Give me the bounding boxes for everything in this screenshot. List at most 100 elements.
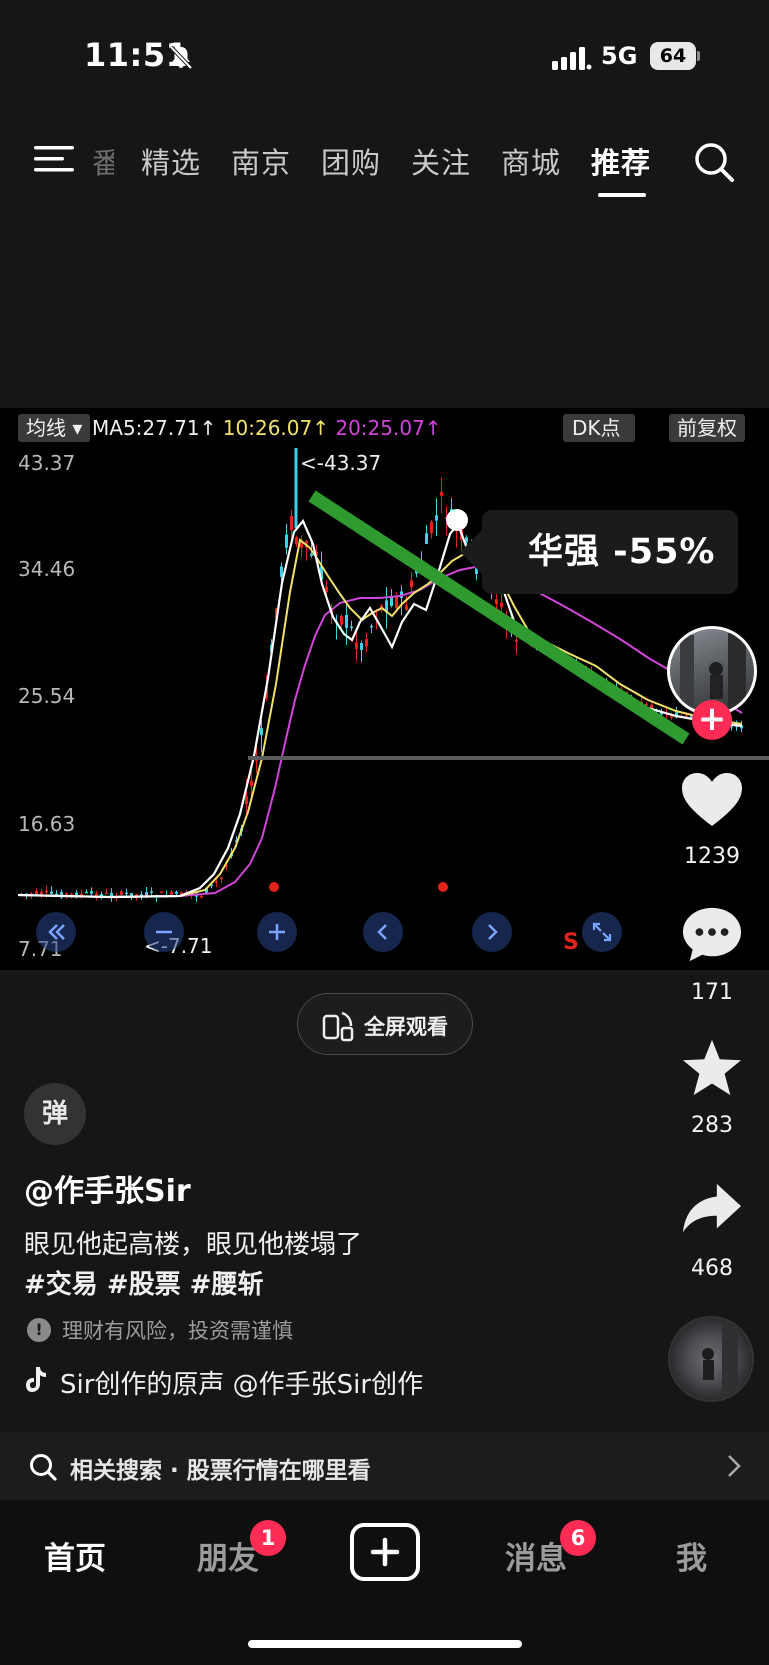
high-price-label: <-43.37 xyxy=(300,451,382,475)
candle-body xyxy=(45,890,48,893)
candle-body xyxy=(365,638,368,647)
candle-body xyxy=(70,893,73,895)
prev-icon[interactable] xyxy=(363,912,403,952)
related-search-text[interactable]: 相关搜索 · 股票行情在哪里看 xyxy=(70,1451,371,1485)
rotate-screen-icon xyxy=(322,1011,354,1042)
ma-values: MA5:27.71↑ 10:26.07↑ 20:25.07↑ xyxy=(92,414,442,442)
tab-group-buy[interactable]: 团购 xyxy=(321,140,381,182)
video-description: 眼见他起高楼，眼见他楼塌了 xyxy=(24,1230,363,1260)
candle-body xyxy=(250,780,253,787)
active-tab-indicator xyxy=(598,193,646,197)
candle-body xyxy=(370,625,373,628)
next-icon[interactable] xyxy=(472,912,512,952)
rewind-icon[interactable] xyxy=(36,912,76,952)
star-icon[interactable] xyxy=(679,1038,745,1098)
candle-body xyxy=(170,891,173,895)
share-count: 468 xyxy=(691,1256,733,1281)
stock-chart xyxy=(0,408,769,970)
candle-body xyxy=(410,580,413,588)
like-count: 1239 xyxy=(684,844,740,869)
create-button[interactable] xyxy=(350,1523,420,1581)
candle-body xyxy=(220,877,223,879)
candle-body xyxy=(85,891,88,894)
candle-body xyxy=(65,893,68,895)
candle-body xyxy=(245,796,248,805)
candle-body xyxy=(405,605,408,610)
candle-body xyxy=(500,602,503,608)
follow-button[interactable]: + xyxy=(692,700,732,740)
candle-body xyxy=(395,596,398,609)
candle-body xyxy=(215,881,218,883)
candle-body xyxy=(280,566,283,577)
share-icon[interactable] xyxy=(679,1180,745,1240)
home-indicator xyxy=(248,1640,522,1648)
candle-body xyxy=(435,515,438,521)
chevron-right-icon[interactable] xyxy=(724,1453,744,1479)
expand-icon[interactable] xyxy=(582,912,622,952)
candle-body xyxy=(340,616,343,625)
ma5-value: MA5:27.71↑ xyxy=(92,416,217,440)
fullscreen-label: 全屏观看 xyxy=(364,1015,448,1039)
candle-body xyxy=(125,892,128,895)
ma10-value: 10:26.07↑ xyxy=(222,416,329,440)
candle-body xyxy=(495,599,498,605)
author-name[interactable]: @作手张Sir xyxy=(24,1166,191,1210)
candle-body xyxy=(110,892,113,897)
music-title[interactable]: Sir创作的原声 @作手张Sir创作 xyxy=(60,1364,472,1401)
heart-icon[interactable] xyxy=(679,770,745,830)
candle-body xyxy=(440,492,443,496)
candle-body xyxy=(50,891,53,894)
candle-body xyxy=(425,533,428,544)
candle-body xyxy=(390,596,393,607)
comment-count: 171 xyxy=(691,980,733,1005)
danmaku-button[interactable]: 弹 xyxy=(24,1083,86,1145)
nav-messages[interactable]: 消息 xyxy=(505,1533,567,1578)
bell-muted-icon xyxy=(169,45,193,70)
tiktok-note-icon xyxy=(26,1367,46,1392)
nav-me[interactable]: 我 xyxy=(676,1533,707,1578)
candle-body xyxy=(175,891,178,894)
risk-notice: 理财有风险，投资需谨慎 xyxy=(62,1319,293,1343)
battery-icon: 64 xyxy=(650,42,700,70)
candle-body xyxy=(350,626,353,629)
tab-featured[interactable]: 精选 xyxy=(141,140,201,182)
y-tick-label: 16.63 xyxy=(18,812,76,836)
nav-home[interactable]: 首页 xyxy=(44,1533,106,1578)
candle-body xyxy=(310,553,313,556)
network-type: 5G xyxy=(601,42,638,70)
y-tick-label: 25.54 xyxy=(18,684,76,708)
candle-body xyxy=(290,515,293,531)
messages-badge: 6 xyxy=(560,1520,596,1556)
candle-body xyxy=(90,891,93,894)
zoom-in-icon[interactable] xyxy=(257,912,297,952)
dk-point-button[interactable]: DK点 xyxy=(563,414,635,442)
ma-selector-button[interactable]: 均线 ▾ xyxy=(18,414,91,442)
tab-partial[interactable]: 番 xyxy=(92,140,114,182)
search-icon xyxy=(30,1454,57,1481)
battery-level: 64 xyxy=(650,42,696,70)
comment-icon[interactable] xyxy=(679,904,745,964)
friends-badge: 1 xyxy=(250,1520,286,1556)
menu-icon[interactable] xyxy=(34,144,74,174)
tab-recommended[interactable]: 推荐 xyxy=(591,140,651,182)
candle-body xyxy=(285,534,288,548)
price-callout: 华强 -55% xyxy=(460,510,738,594)
candle-body xyxy=(515,639,518,642)
candle-body xyxy=(355,642,358,649)
forward-adjust-button[interactable]: 前复权 xyxy=(669,414,745,442)
search-icon[interactable] xyxy=(692,140,736,184)
candle-body xyxy=(160,891,163,894)
music-disc[interactable] xyxy=(668,1316,754,1402)
zoom-out-icon[interactable] xyxy=(144,912,184,952)
candle-body xyxy=(430,521,433,534)
video-player[interactable] xyxy=(0,408,769,970)
ma20-value: 20:25.07↑ xyxy=(335,416,442,440)
s-marker: S xyxy=(563,930,579,955)
tab-mall[interactable]: 商城 xyxy=(501,140,561,182)
tab-following[interactable]: 关注 xyxy=(411,140,471,182)
video-hashtags[interactable]: #交易 #股票 #腰斩 xyxy=(24,1264,263,1301)
candle-body xyxy=(260,728,263,736)
y-tick-label: 34.46 xyxy=(18,557,76,581)
tab-nanjing[interactable]: 南京 xyxy=(231,140,291,182)
candle-body xyxy=(200,895,203,898)
